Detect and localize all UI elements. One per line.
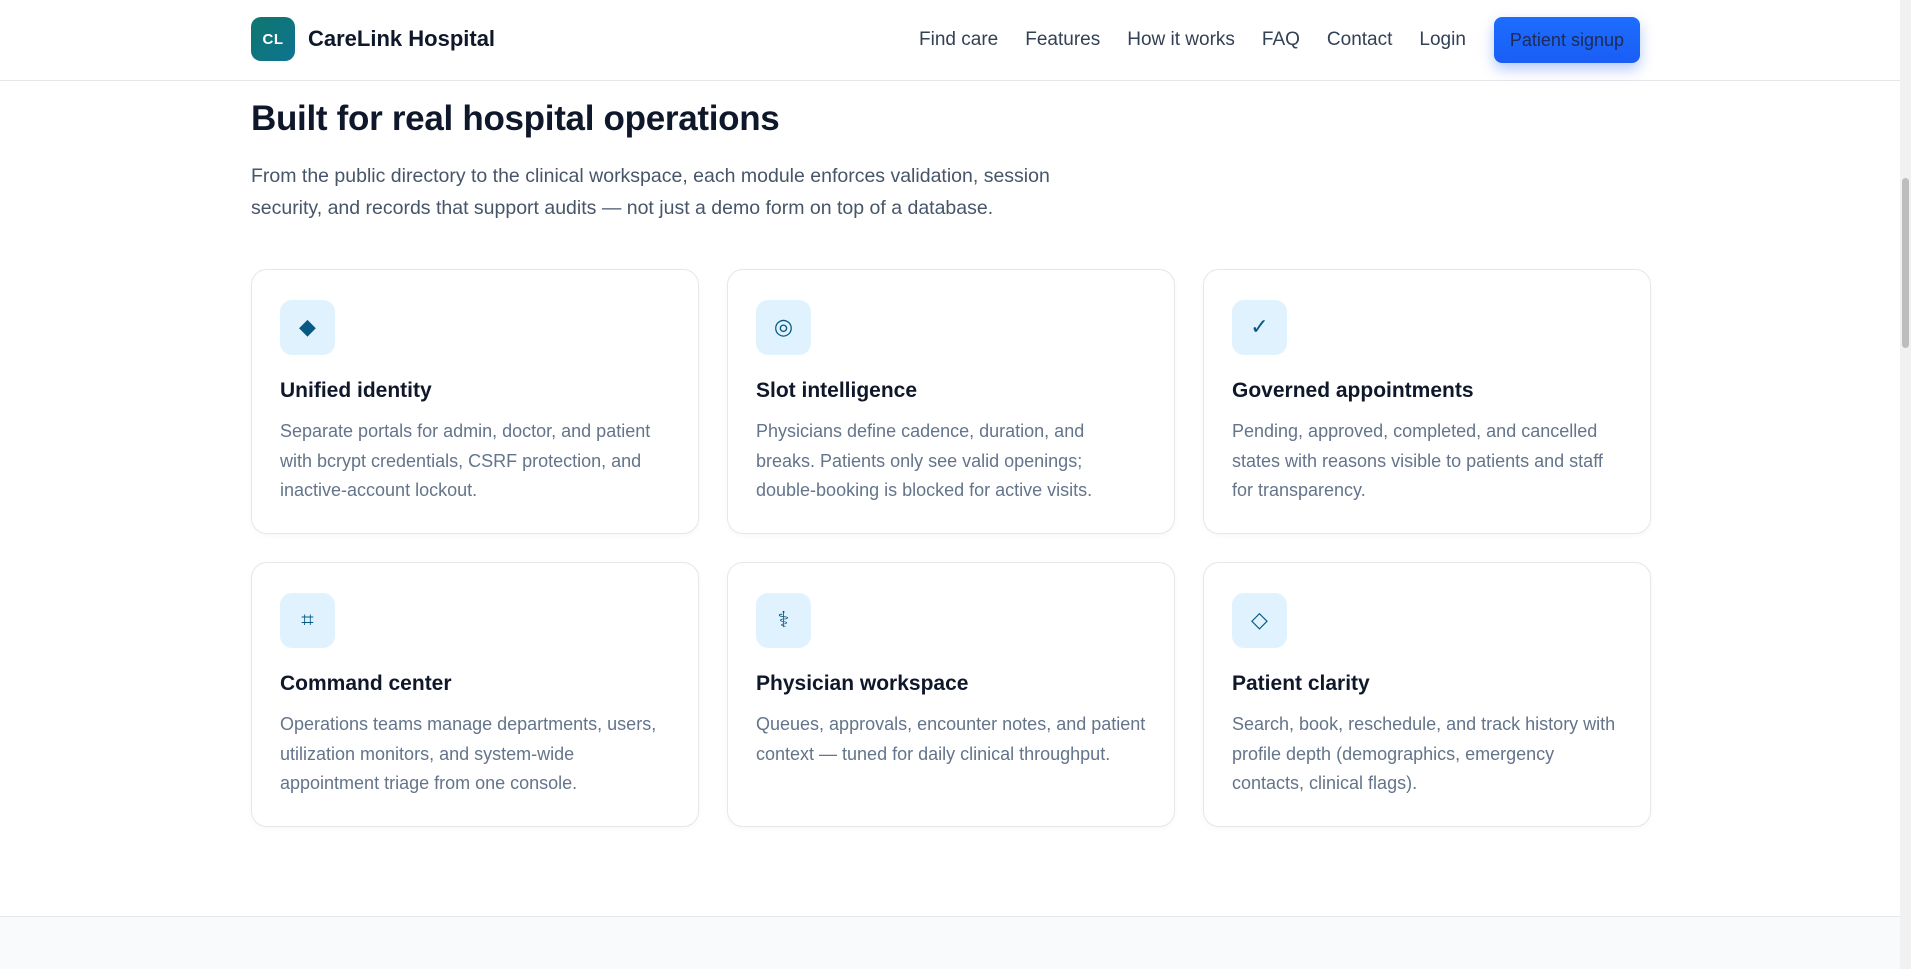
patient-signup-button[interactable]: Patient signup (1493, 17, 1640, 63)
target-icon: ◎ (756, 300, 811, 355)
feature-card-title: Patient clarity (1232, 672, 1370, 695)
top-navbar: CL CareLink Hospital Find care Features … (0, 0, 1900, 81)
grid-hash-icon: ⌗ (280, 593, 335, 648)
section-title: Built for real hospital operations (251, 99, 780, 138)
feature-card-text: Physicians define cadence, duration, and… (756, 421, 1093, 500)
feature-card-title: Governed appointments (1232, 379, 1474, 402)
nav-link-login[interactable]: Login (1419, 29, 1466, 51)
page-scrollbar[interactable] (1900, 0, 1911, 969)
nav-link-contact[interactable]: Contact (1327, 29, 1392, 51)
nav-link-faq[interactable]: FAQ (1262, 29, 1300, 51)
nav-link-features[interactable]: Features (1025, 29, 1100, 51)
feature-card-physician-workspace: ⚕ Physician workspace Queues, approvals,… (727, 562, 1175, 827)
check-icon: ✓ (1232, 300, 1287, 355)
feature-card-text: Pending, approved, completed, and cancel… (1232, 421, 1603, 500)
feature-card-text: Operations teams manage departments, use… (280, 714, 657, 793)
feature-card-unified-identity: ◆ Unified identity Separate portals for … (251, 269, 699, 534)
feature-card-title: Physician workspace (756, 672, 969, 695)
feature-card-slot-intelligence: ◎ Slot intelligence Physicians define ca… (727, 269, 1175, 534)
main-nav: Find care Features How it works FAQ Cont… (892, 17, 1640, 63)
scrollbar-thumb[interactable] (1902, 178, 1909, 348)
feature-card-governed-appointments: ✓ Governed appointments Pending, approve… (1203, 269, 1651, 534)
feature-card-text: Separate portals for admin, doctor, and … (280, 421, 651, 500)
section-lead: From the public directory to the clinica… (251, 165, 1050, 219)
brand-name: CareLink Hospital (308, 26, 496, 51)
page: CL CareLink Hospital Find care Features … (0, 0, 1911, 969)
brand[interactable]: CL CareLink Hospital (251, 17, 495, 61)
nav-link-how-it-works[interactable]: How it works (1127, 29, 1235, 51)
feature-card-title: Slot intelligence (756, 379, 918, 402)
brand-logo: CL (251, 17, 295, 61)
feature-grid: ◆ Unified identity Separate portals for … (251, 269, 1651, 827)
diamond-icon: ◆ (280, 300, 335, 355)
feature-card-text: Search, book, reschedule, and track hist… (1232, 714, 1616, 793)
diamond-outline-icon: ◇ (1232, 593, 1287, 648)
feature-card-command-center: ⌗ Command center Operations teams manage… (251, 562, 699, 827)
next-section-band (0, 916, 1900, 969)
feature-card-title: Command center (280, 672, 452, 695)
feature-card-title: Unified identity (280, 379, 432, 402)
caduceus-icon: ⚕ (756, 593, 811, 648)
nav-link-find-care[interactable]: Find care (919, 29, 998, 51)
feature-card-patient-clarity: ◇ Patient clarity Search, book, reschedu… (1203, 562, 1651, 827)
feature-card-text: Queues, approvals, encounter notes, and … (756, 714, 1146, 764)
features-section: Built for real hospital operations From … (251, 81, 1651, 827)
